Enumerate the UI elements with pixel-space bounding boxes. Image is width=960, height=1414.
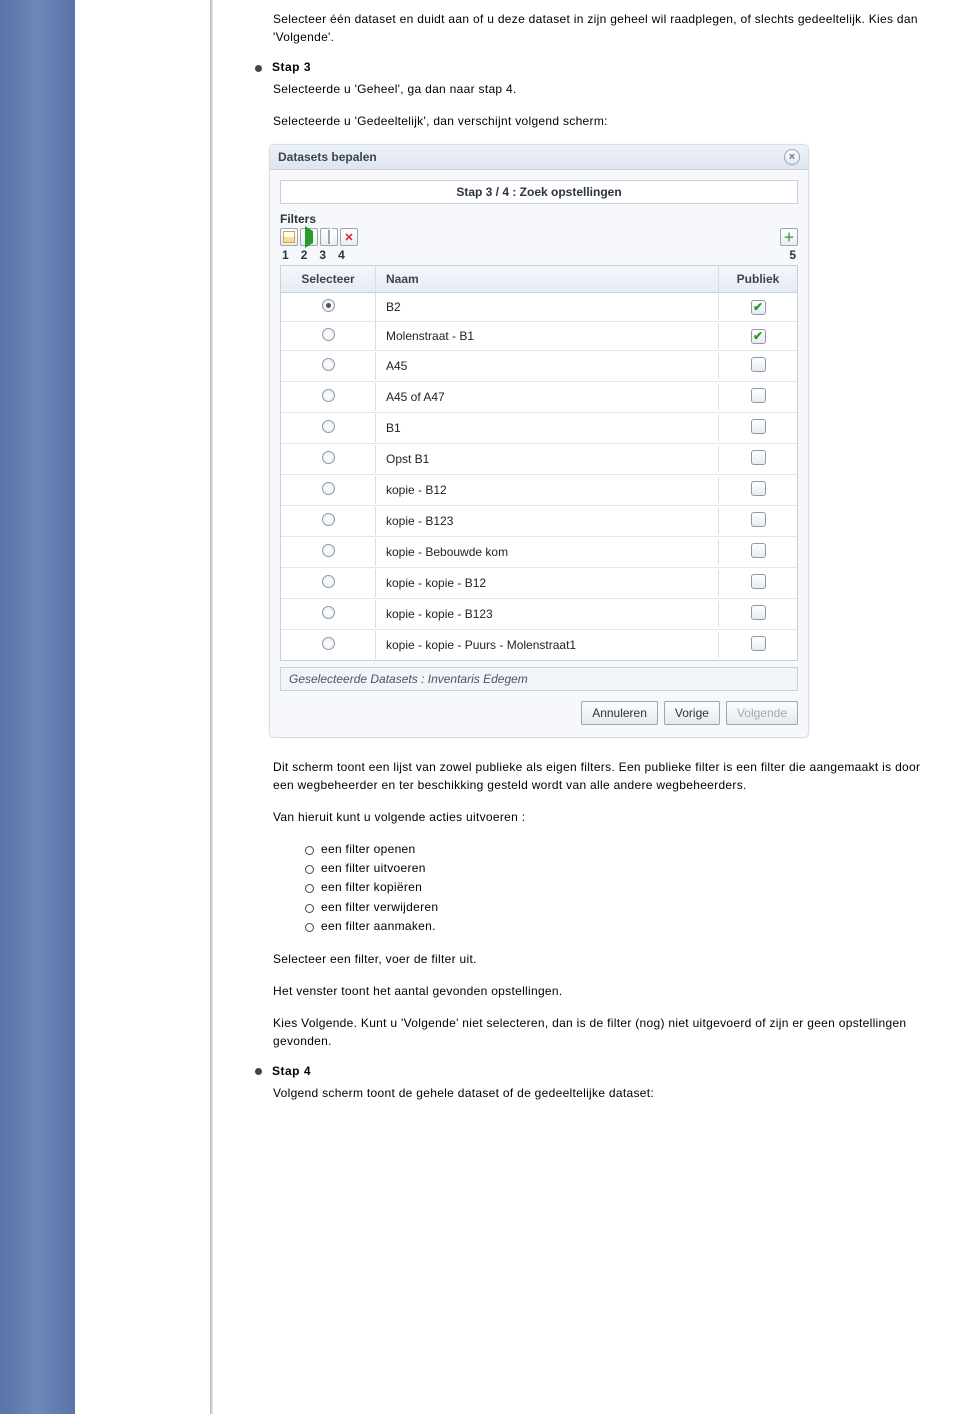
step3-text-2: Selecteerde u 'Gedeeltelijk', dan versch… xyxy=(273,112,930,130)
table-row[interactable]: kopie - kopie - B123 xyxy=(281,599,797,630)
row-name: kopie - B12 xyxy=(376,477,719,503)
sidebar-stripe xyxy=(0,0,75,1414)
col-header-selecteer: Selecteer xyxy=(281,266,376,292)
row-name: kopie - kopie - B12 xyxy=(376,570,719,596)
datasets-dialog: Datasets bepalen × Stap 3 / 4 : Zoek ops… xyxy=(269,144,809,738)
row-name: kopie - kopie - Puurs - Molenstraat1 xyxy=(376,632,719,658)
row-name: Opst B1 xyxy=(376,446,719,472)
left-gutter xyxy=(75,0,225,1414)
run-filter-icon[interactable] xyxy=(300,228,318,246)
row-name: kopie - Bebouwde kom xyxy=(376,539,719,565)
after-dialog-p2: Van hieruit kunt u volgende acties uitvo… xyxy=(273,808,930,826)
action-item: een filter openen xyxy=(305,840,930,859)
document-body: Selecteer één dataset en duidt aan of u … xyxy=(225,0,960,1414)
toolbar-number-5: 5 xyxy=(789,248,796,262)
table-row[interactable]: kopie - B12 xyxy=(281,475,797,506)
row-public-checkbox[interactable] xyxy=(751,481,766,496)
row-name: A45 xyxy=(376,353,719,379)
step4-heading: Stap 4 xyxy=(272,1064,311,1078)
row-name: B2 xyxy=(376,294,719,320)
after-p3: Selecteer een filter, voer de filter uit… xyxy=(273,950,930,968)
step3-text-1: Selecteerde u 'Geheel', ga dan naar stap… xyxy=(273,80,930,98)
row-radio[interactable] xyxy=(322,451,335,464)
step4-text-1: Volgend scherm toont de gehele dataset o… xyxy=(273,1084,930,1102)
table-row[interactable]: Molenstraat - B1 ✔ xyxy=(281,322,797,351)
table-row[interactable]: B2 ✔ xyxy=(281,293,797,322)
after-p5: Kies Volgende. Kunt u 'Volgende' niet se… xyxy=(273,1014,930,1050)
row-public-checkbox[interactable] xyxy=(751,512,766,527)
row-radio[interactable] xyxy=(322,328,335,341)
table-row[interactable]: kopie - kopie - B12 xyxy=(281,568,797,599)
row-radio[interactable] xyxy=(322,544,335,557)
row-public-checkbox[interactable] xyxy=(751,450,766,465)
row-public-checkbox[interactable] xyxy=(751,543,766,558)
filters-table: Selecteer Naam Publiek B2✔Molenstraat - … xyxy=(280,265,798,661)
table-row[interactable]: kopie - B123 xyxy=(281,506,797,537)
step3-heading: Stap 3 xyxy=(272,60,311,74)
row-public-checkbox[interactable] xyxy=(751,574,766,589)
row-radio[interactable] xyxy=(322,358,335,371)
col-header-naam: Naam xyxy=(376,266,719,292)
row-radio[interactable] xyxy=(322,606,335,619)
selected-datasets-footer: Geselecteerde Datasets : Inventaris Edeg… xyxy=(280,667,798,691)
table-row[interactable]: kopie - Bebouwde kom xyxy=(281,537,797,568)
table-row[interactable]: Opst B1 xyxy=(281,444,797,475)
volgende-button: Volgende xyxy=(726,701,798,725)
after-dialog-p1: Dit scherm toont een lijst van zowel pub… xyxy=(273,758,930,794)
dialog-title: Datasets bepalen xyxy=(278,150,377,164)
row-radio[interactable] xyxy=(322,513,335,526)
toolbar-number-2: 2 xyxy=(301,248,308,262)
row-radio[interactable] xyxy=(322,637,335,650)
after-p4: Het venster toont het aantal gevonden op… xyxy=(273,982,930,1000)
row-name: A45 of A47 xyxy=(376,384,719,410)
toolbar-number-3: 3 xyxy=(319,248,326,262)
actions-list: een filter openeneen filter uitvoereneen… xyxy=(273,840,930,936)
vorige-button[interactable]: Vorige xyxy=(664,701,720,725)
row-public-checkbox[interactable]: ✔ xyxy=(751,329,766,344)
open-filter-icon[interactable] xyxy=(280,228,298,246)
annuleren-button[interactable]: Annuleren xyxy=(581,701,658,725)
wizard-step-banner: Stap 3 / 4 : Zoek opstellingen xyxy=(280,180,798,204)
col-header-publiek: Publiek xyxy=(719,266,797,292)
add-filter-icon[interactable]: ＋ xyxy=(780,228,798,246)
table-row[interactable]: A45 xyxy=(281,351,797,382)
row-public-checkbox[interactable] xyxy=(751,419,766,434)
bullet-icon xyxy=(255,65,262,72)
toolbar-number-4: 4 xyxy=(338,248,345,262)
row-name: Molenstraat - B1 xyxy=(376,323,719,349)
row-public-checkbox[interactable] xyxy=(751,357,766,372)
row-public-checkbox[interactable] xyxy=(751,605,766,620)
row-public-checkbox[interactable] xyxy=(751,636,766,651)
copy-filter-icon[interactable] xyxy=(320,228,338,246)
row-radio[interactable] xyxy=(322,420,335,433)
row-radio[interactable] xyxy=(322,482,335,495)
bullet-icon xyxy=(255,1068,262,1075)
filters-label: Filters xyxy=(280,212,798,226)
row-name: B1 xyxy=(376,415,719,441)
action-item: een filter kopiëren xyxy=(305,878,930,897)
row-radio[interactable] xyxy=(322,575,335,588)
delete-filter-icon[interactable]: ✕ xyxy=(340,228,358,246)
row-radio[interactable] xyxy=(322,389,335,402)
row-public-checkbox[interactable] xyxy=(751,388,766,403)
table-row[interactable]: kopie - kopie - Puurs - Molenstraat1 xyxy=(281,630,797,660)
table-row[interactable]: B1 xyxy=(281,413,797,444)
action-item: een filter verwijderen xyxy=(305,898,930,917)
toolbar-number-1: 1 xyxy=(282,248,289,262)
row-name: kopie - kopie - B123 xyxy=(376,601,719,627)
row-radio[interactable] xyxy=(322,299,335,312)
row-name: kopie - B123 xyxy=(376,508,719,534)
row-public-checkbox[interactable]: ✔ xyxy=(751,300,766,315)
action-item: een filter aanmaken. xyxy=(305,917,930,936)
action-item: een filter uitvoeren xyxy=(305,859,930,878)
table-row[interactable]: A45 of A47 xyxy=(281,382,797,413)
close-icon[interactable]: × xyxy=(784,149,800,165)
intro-paragraph: Selecteer één dataset en duidt aan of u … xyxy=(273,10,930,46)
